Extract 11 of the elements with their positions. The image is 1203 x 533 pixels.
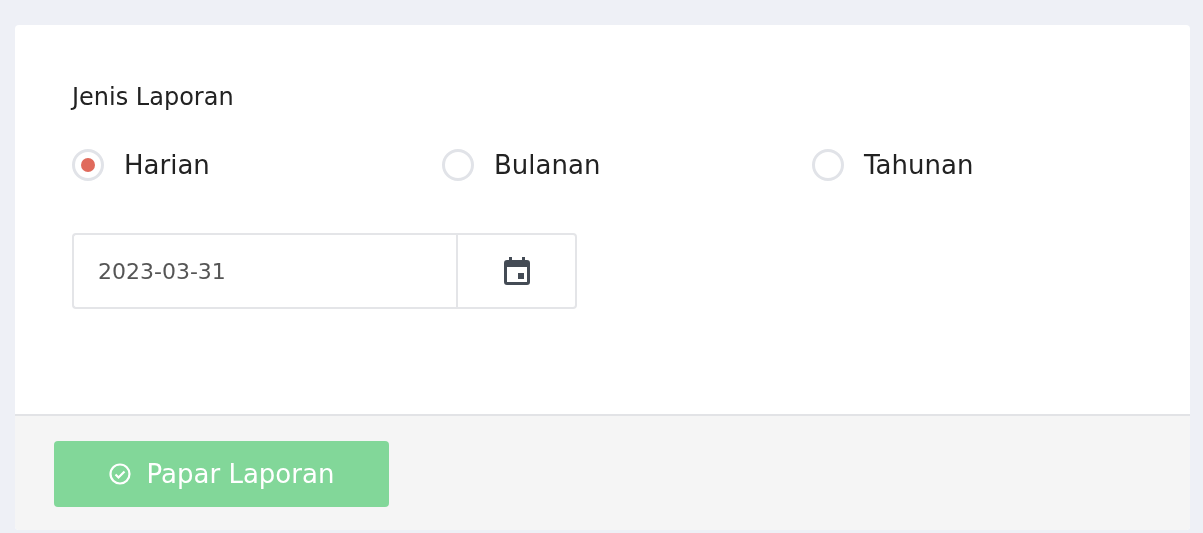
radio-label[interactable]: Bulanan — [494, 150, 601, 180]
check-circle-icon — [108, 463, 131, 485]
radio-button[interactable] — [72, 149, 104, 181]
date-field[interactable]: 2023-03-31 — [72, 233, 456, 309]
radio-button[interactable] — [812, 149, 844, 181]
radio-label[interactable]: Tahunan — [864, 150, 974, 180]
radio-label[interactable]: Harian — [124, 150, 210, 180]
radio-button[interactable] — [442, 149, 474, 181]
calendar-icon — [503, 257, 530, 285]
calendar-button[interactable] — [456, 233, 577, 309]
report-type-label: Jenis Laporan — [72, 83, 234, 111]
